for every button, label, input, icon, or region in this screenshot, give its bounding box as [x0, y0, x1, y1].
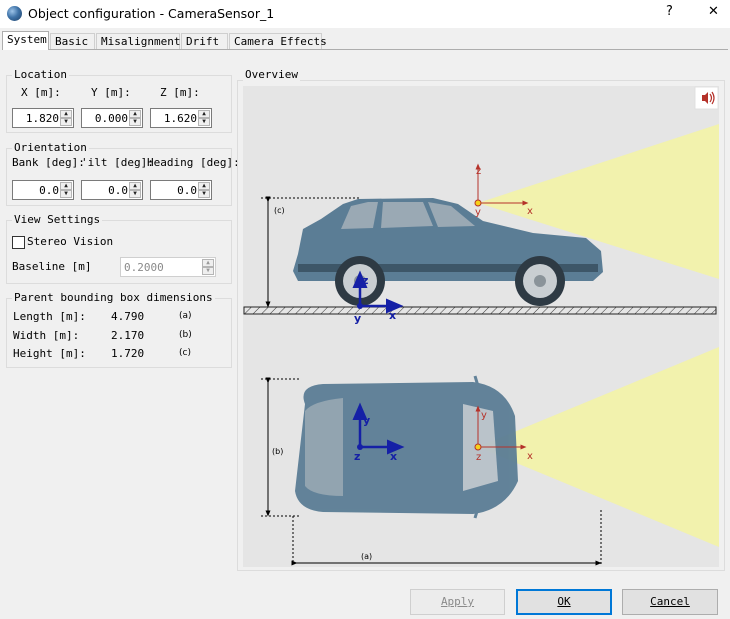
- spin-down-icon[interactable]: ▼: [129, 190, 141, 198]
- top-z-axis-label: z: [354, 450, 360, 463]
- heading-label: Heading [deg]:: [147, 156, 240, 169]
- location-title: Location: [12, 68, 69, 81]
- spin-up-icon[interactable]: ▲: [198, 110, 210, 118]
- cancel-label: Cancel: [650, 595, 690, 608]
- side-z-axis-label: z: [362, 274, 368, 287]
- cancel-button[interactable]: Cancel: [622, 589, 718, 615]
- orientation-title: Orientation: [12, 141, 89, 154]
- view-settings-title: View Settings: [12, 213, 103, 226]
- tilt-label: 'ilt [deg]:: [81, 156, 154, 169]
- spin-down-icon[interactable]: ▼: [129, 118, 141, 126]
- dim-c-label: (c): [274, 206, 285, 215]
- x-spinbox[interactable]: 1.820 ▲ ▼: [12, 108, 74, 128]
- y-label: Y [m]:: [91, 86, 131, 99]
- bank-spinbox[interactable]: 0.0 ▲ ▼: [12, 180, 74, 200]
- spin-down-icon[interactable]: ▼: [60, 190, 72, 198]
- stereo-vision-checkbox[interactable]: [12, 236, 25, 249]
- x-label: X [m]:: [21, 86, 61, 99]
- bbox-title: Parent bounding box dimensions: [12, 291, 215, 304]
- window-title: Object configuration - CameraSensor_1: [28, 6, 275, 21]
- close-button[interactable]: ✕: [708, 4, 719, 19]
- overview-canvas: (c) z x y z x y (b) (a) y x z y x z: [243, 86, 719, 567]
- baseline-value: 0.2000: [124, 261, 164, 274]
- ground-hatch: [243, 306, 717, 315]
- z-value: 1.620: [163, 112, 197, 125]
- top-sensor-y-axis-label: y: [481, 410, 487, 421]
- spin-up-icon[interactable]: ▲: [129, 182, 141, 190]
- height-value: 1.720: [111, 347, 145, 360]
- height-label: Height [m]:: [13, 347, 86, 360]
- top-x-axis-label: x: [390, 450, 397, 463]
- ok-button[interactable]: OK: [516, 589, 612, 615]
- tilt-spinbox[interactable]: 0.0 ▲ ▼: [81, 180, 143, 200]
- width-value: 2.170: [111, 329, 145, 342]
- width-label: Width [m]:: [13, 329, 80, 342]
- baseline-label: Baseline [m]: [12, 260, 92, 273]
- spin-up-icon[interactable]: ▲: [60, 110, 72, 118]
- length-label: Length [m]:: [13, 310, 86, 323]
- spin-up-icon[interactable]: ▲: [198, 182, 210, 190]
- overview-title: Overview: [243, 68, 300, 81]
- ok-label: OK: [557, 595, 571, 608]
- button-bar: [0, 580, 730, 619]
- tab-camera-effects[interactable]: Camera Effects: [229, 33, 327, 49]
- tab-misalignment[interactable]: Misalignment: [96, 33, 180, 49]
- title-bar: Object configuration - CameraSensor_1 ? …: [0, 0, 730, 28]
- z-spinbox[interactable]: 1.620 ▲ ▼: [150, 108, 212, 128]
- length-tag: (a): [179, 311, 192, 321]
- bank-value: 0.0: [39, 184, 59, 197]
- sensor-x-axis-label: x: [527, 206, 533, 217]
- help-button[interactable]: ?: [666, 4, 673, 19]
- spin-down-icon[interactable]: ▼: [60, 118, 72, 126]
- heading-value: 0.0: [177, 184, 197, 197]
- height-tag: (c): [179, 348, 191, 358]
- apply-label: Apply: [440, 595, 475, 608]
- y-spinbox[interactable]: 0.000 ▲ ▼: [81, 108, 143, 128]
- spin-up-icon[interactable]: ▲: [60, 182, 72, 190]
- tilt-value: 0.0: [108, 184, 128, 197]
- baseline-spinbox[interactable]: 0.2000 ▲ ▼: [120, 257, 216, 277]
- width-tag: (b): [179, 330, 192, 340]
- apply-button[interactable]: Apply: [410, 589, 505, 615]
- sensor-signal-icon[interactable]: [694, 86, 719, 110]
- sensor-y-axis-label: y: [475, 207, 481, 218]
- x-value: 1.820: [25, 112, 59, 125]
- side-y-axis-label: y: [354, 312, 361, 325]
- dim-a-label: (a): [361, 552, 372, 561]
- sensor-z-axis-label: z: [476, 166, 481, 177]
- tab-system[interactable]: System: [2, 31, 49, 50]
- app-globe-icon: [7, 6, 22, 21]
- spin-up-icon[interactable]: ▲: [129, 110, 141, 118]
- side-x-axis-label: x: [389, 309, 396, 322]
- dim-b-label: (b): [272, 447, 283, 456]
- stereo-vision-label[interactable]: Stereo Vision: [27, 235, 113, 248]
- y-value: 0.000: [94, 112, 128, 125]
- heading-spinbox[interactable]: 0.0 ▲ ▼: [150, 180, 212, 200]
- spin-down-icon[interactable]: ▼: [198, 190, 210, 198]
- length-value: 4.790: [111, 310, 145, 323]
- tab-divider: [2, 49, 728, 50]
- top-sensor-x-axis-label: x: [527, 451, 533, 462]
- bank-label: Bank [deg]:: [12, 156, 85, 169]
- tab-drift[interactable]: Drift: [181, 33, 228, 49]
- spin-down-icon[interactable]: ▼: [202, 267, 214, 275]
- object-configuration-dialog: Object configuration - CameraSensor_1 ? …: [0, 0, 730, 619]
- spin-down-icon[interactable]: ▼: [198, 118, 210, 126]
- tab-basic[interactable]: Basic: [50, 33, 95, 49]
- spin-up-icon[interactable]: ▲: [202, 259, 214, 267]
- top-y-axis-label: y: [363, 414, 370, 427]
- z-label: Z [m]:: [160, 86, 200, 99]
- top-sensor-z-axis-label: z: [476, 452, 481, 463]
